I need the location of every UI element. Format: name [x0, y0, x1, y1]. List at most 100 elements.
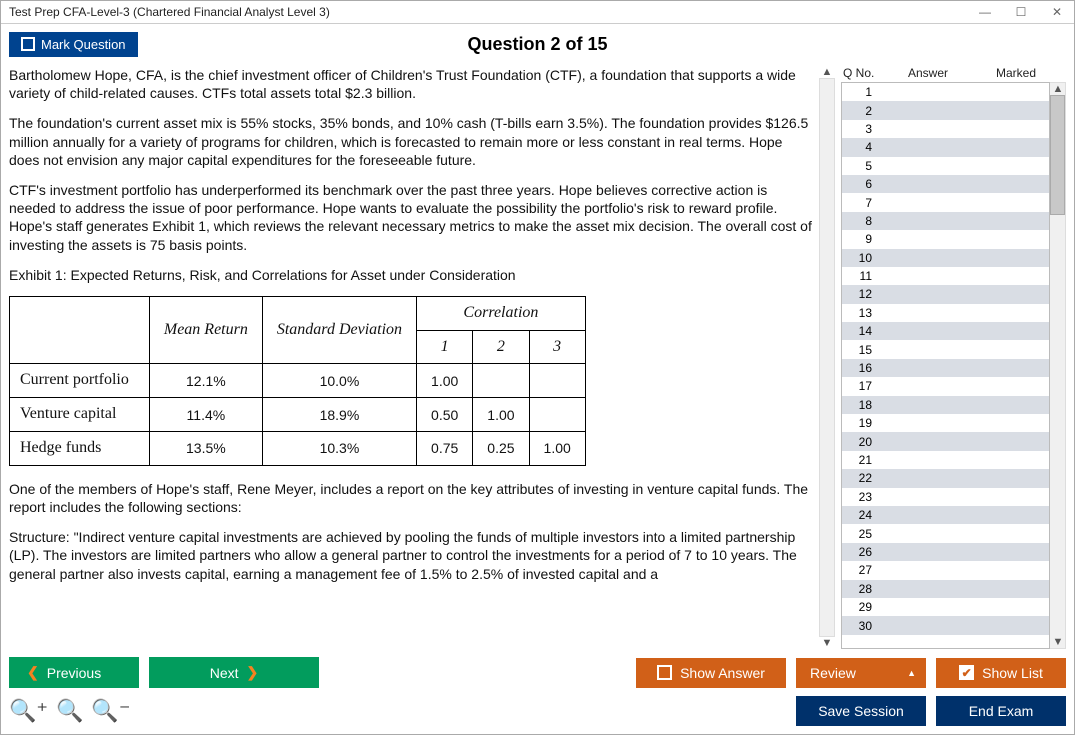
qlist-qno: 18	[842, 398, 882, 412]
qlist-body: 1234567891011121314151617181920212223242…	[841, 82, 1066, 649]
qlist-qno: 25	[842, 527, 882, 541]
bottom-bar-2: 🔍⁺ 🔍 🔍⁻ Save Session End Exam	[9, 696, 1066, 726]
passage-p2: The foundation's current asset mix is 55…	[9, 114, 815, 169]
qlist-row[interactable]: 22	[842, 469, 1049, 487]
qlist-row[interactable]: 17	[842, 377, 1049, 395]
qlist-row[interactable]: 20	[842, 432, 1049, 450]
qlist-row[interactable]: 8	[842, 212, 1049, 230]
window-controls: — ☐ ✕	[976, 5, 1066, 19]
qlist-row[interactable]: 24	[842, 506, 1049, 524]
qlist-row[interactable]: 21	[842, 451, 1049, 469]
qlist-row[interactable]: 10	[842, 249, 1049, 267]
passage-p1: Bartholomew Hope, CFA, is the chief inve…	[9, 66, 815, 102]
scroll-down-icon[interactable]: ▼	[819, 637, 835, 649]
qlist-row[interactable]: 5	[842, 157, 1049, 175]
qlist-qno: 24	[842, 508, 882, 522]
passage-p3: CTF's investment portfolio has underperf…	[9, 181, 815, 254]
next-button[interactable]: Next ❯	[149, 657, 319, 688]
checkbox-icon	[657, 665, 672, 680]
qlist-row[interactable]: 18	[842, 396, 1049, 414]
qlist-qno: 6	[842, 177, 882, 191]
qlist-row[interactable]: 6	[842, 175, 1049, 193]
qlist-row[interactable]: 29	[842, 598, 1049, 616]
qlist-qno: 19	[842, 416, 882, 430]
passage-p5: Structure: "Indirect venture capital inv…	[9, 528, 815, 583]
qlist-qno: 23	[842, 490, 882, 504]
qlist-qno: 28	[842, 582, 882, 596]
checkbox-icon	[21, 37, 35, 51]
qlist-row[interactable]: 9	[842, 230, 1049, 248]
scroll-thumb[interactable]	[1050, 95, 1065, 215]
qlist-row[interactable]: 7	[842, 193, 1049, 211]
qlist-scrollbar[interactable]: ▲ ▼	[1050, 82, 1066, 649]
exhibit-title: Exhibit 1: Expected Returns, Risk, and C…	[9, 266, 815, 284]
chevron-right-icon: ❯	[247, 664, 259, 681]
show-list-button[interactable]: ✔ Show List	[936, 658, 1066, 688]
col-std-dev: Standard Deviation	[262, 296, 416, 364]
qlist-qno: 13	[842, 306, 882, 320]
question-position: Question 2 of 15	[467, 34, 607, 55]
scroll-up-icon[interactable]: ▲	[819, 66, 835, 78]
chevron-left-icon: ❮	[27, 664, 39, 681]
qlist-row[interactable]: 16	[842, 359, 1049, 377]
head-qno: Q No.	[843, 66, 888, 80]
head-answer: Answer	[888, 66, 968, 80]
qlist-qno: 8	[842, 214, 882, 228]
qlist-qno: 11	[842, 269, 882, 283]
qlist-qno: 30	[842, 619, 882, 633]
qlist-row[interactable]: 15	[842, 340, 1049, 358]
zoom-in-icon[interactable]: 🔍⁺	[9, 698, 48, 724]
minimize-icon[interactable]: —	[976, 5, 994, 19]
mark-question-button[interactable]: Mark Question	[9, 32, 138, 57]
exhibit-table: Mean Return Standard Deviation Correlati…	[9, 296, 586, 466]
qlist-row[interactable]: 26	[842, 543, 1049, 561]
qlist-row[interactable]: 2	[842, 101, 1049, 119]
qlist-row[interactable]: 4	[842, 138, 1049, 156]
scroll-down-icon[interactable]: ▼	[1050, 636, 1066, 648]
caret-up-icon: ▲	[907, 668, 916, 678]
qlist-row[interactable]: 23	[842, 488, 1049, 506]
qlist-row[interactable]: 3	[842, 120, 1049, 138]
qlist-qno: 21	[842, 453, 882, 467]
show-answer-button[interactable]: Show Answer	[636, 658, 786, 688]
qlist-row[interactable]: 13	[842, 304, 1049, 322]
end-exam-button[interactable]: End Exam	[936, 696, 1066, 726]
next-label: Next	[210, 665, 239, 681]
qlist-row[interactable]: 14	[842, 322, 1049, 340]
subcol-3: 3	[529, 330, 585, 364]
review-button[interactable]: Review ▲	[796, 658, 926, 688]
qlist-qno: 3	[842, 122, 882, 136]
qlist-row[interactable]: 28	[842, 580, 1049, 598]
qlist-row[interactable]: 19	[842, 414, 1049, 432]
mid-row: Bartholomew Hope, CFA, is the chief inve…	[9, 66, 1066, 649]
qlist-qno: 1	[842, 85, 882, 99]
maximize-icon[interactable]: ☐	[1012, 5, 1030, 19]
table-blank-head	[10, 296, 150, 364]
qlist-row[interactable]: 11	[842, 267, 1049, 285]
mark-question-label: Mark Question	[41, 37, 126, 52]
table-row: Current portfolio 12.1% 10.0% 1.00	[10, 364, 586, 398]
scroll-track[interactable]	[819, 78, 835, 637]
zoom-reset-icon[interactable]: 🔍	[56, 698, 83, 724]
qlist-qno: 12	[842, 287, 882, 301]
scroll-up-icon[interactable]: ▲	[1050, 83, 1066, 95]
save-session-button[interactable]: Save Session	[796, 696, 926, 726]
previous-button[interactable]: ❮ Previous	[9, 657, 139, 688]
end-exam-label: End Exam	[969, 703, 1034, 719]
qlist-row[interactable]: 12	[842, 285, 1049, 303]
qlist-qno: 16	[842, 361, 882, 375]
qlist-row[interactable]: 1	[842, 83, 1049, 101]
passage-scrollbar[interactable]: ▲ ▼	[819, 66, 835, 649]
head-marked: Marked	[968, 66, 1064, 80]
subcol-1: 1	[417, 330, 473, 364]
qlist-qno: 4	[842, 140, 882, 154]
close-icon[interactable]: ✕	[1048, 5, 1066, 19]
qlist-row[interactable]: 30	[842, 616, 1049, 634]
qlist-row[interactable]: 27	[842, 561, 1049, 579]
zoom-out-icon[interactable]: 🔍⁻	[91, 698, 130, 724]
qlist-qno: 9	[842, 232, 882, 246]
question-list-panel: Q No. Answer Marked 12345678910111213141…	[841, 66, 1066, 649]
qlist-rows[interactable]: 1234567891011121314151617181920212223242…	[841, 82, 1050, 649]
qlist-row[interactable]: 25	[842, 524, 1049, 542]
passage-scroll[interactable]: Bartholomew Hope, CFA, is the chief inve…	[9, 66, 819, 649]
